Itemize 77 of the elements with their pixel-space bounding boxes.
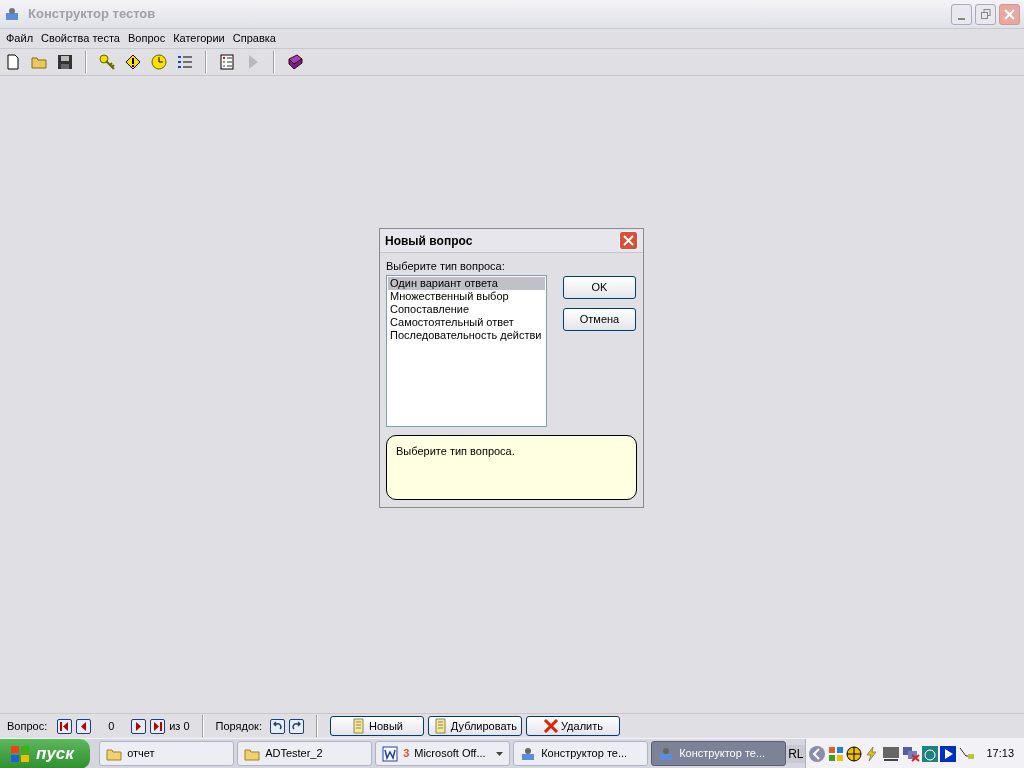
computer-icon[interactable] xyxy=(882,745,901,762)
word-document-icon xyxy=(382,745,399,762)
last-button[interactable] xyxy=(150,718,166,734)
minimize-icon xyxy=(958,17,965,20)
clock: 17:13 xyxy=(986,746,1014,762)
question-total: из 0 xyxy=(169,718,190,734)
language-indicator[interactable]: RL xyxy=(786,744,806,763)
taskbar-button[interactable]: 3 Microsoft Off... xyxy=(375,741,511,766)
undo-icon xyxy=(271,720,283,732)
folder-icon xyxy=(31,54,47,70)
menu-item[interactable]: Справка xyxy=(228,30,280,47)
ok-button[interactable]: OK xyxy=(563,276,636,299)
new-document-icon xyxy=(5,54,21,70)
restore-icon xyxy=(980,9,991,19)
menu-item[interactable]: Категории xyxy=(169,30,229,47)
question-label: Вопрос: xyxy=(7,718,48,734)
task-label: отчет xyxy=(127,746,155,762)
new-button[interactable]: Новый xyxy=(329,716,424,736)
chevron-left-icon[interactable] xyxy=(808,744,827,763)
last-icon xyxy=(152,720,164,732)
undo-button[interactable] xyxy=(269,718,285,734)
clock-button[interactable] xyxy=(148,51,170,73)
taskbar-button[interactable]: отчет xyxy=(99,741,235,766)
duplicate-button[interactable]: Дублировать xyxy=(427,716,522,736)
window-title: Конструктор тестов xyxy=(28,5,156,24)
list-item[interactable]: Сопоставление xyxy=(388,303,545,316)
checklist-icon xyxy=(219,54,235,70)
previous-button[interactable] xyxy=(76,718,92,734)
globe-icon[interactable] xyxy=(846,745,863,762)
redo-icon xyxy=(290,720,302,732)
app-icon xyxy=(4,6,20,22)
close-icon xyxy=(623,235,634,246)
task-label: ADTester_2 xyxy=(265,746,323,762)
task-label: Microsoft Off... xyxy=(414,746,486,762)
warning-icon xyxy=(125,54,141,70)
minimize-button[interactable] xyxy=(951,3,972,25)
windows-logo-icon xyxy=(10,744,30,763)
list-item[interactable]: Последовательность действи xyxy=(388,329,545,342)
restore-button[interactable] xyxy=(975,3,996,25)
window-count: 3 xyxy=(403,746,410,762)
play-icon[interactable] xyxy=(940,745,957,762)
list-icon xyxy=(177,54,193,70)
menu-item[interactable]: Файл xyxy=(2,30,38,47)
hint-text: Выберите тип вопроса. xyxy=(396,445,515,457)
task-label: Конструктор те... xyxy=(541,746,628,762)
caret-icon xyxy=(496,751,504,756)
first-button[interactable] xyxy=(57,718,73,734)
network-disconnected-icon[interactable] xyxy=(902,745,921,762)
delete-icon xyxy=(542,718,559,734)
app-icon xyxy=(658,745,675,762)
cancel-button[interactable]: Отмена xyxy=(563,308,636,331)
taskbar-button[interactable]: ADTester_2 xyxy=(237,741,373,766)
list-item[interactable]: Множественный выбор xyxy=(388,290,545,303)
menu-item[interactable]: Свойства теста xyxy=(37,30,124,47)
order-label: Порядок: xyxy=(215,718,262,734)
task-label: Конструктор те... xyxy=(679,746,766,762)
key-icon xyxy=(99,54,115,70)
save-icon xyxy=(57,54,73,70)
app-icon xyxy=(520,745,537,762)
redo-button[interactable] xyxy=(288,718,304,734)
close-icon xyxy=(1004,8,1015,20)
prompt-label: Выберите тип вопроса: xyxy=(386,260,506,273)
list-item[interactable]: Один вариант ответа xyxy=(388,277,545,290)
question-number: 0 xyxy=(107,718,116,734)
question-type-list[interactable]: Один вариант ответа Множественный выбор Сопоставление Самостоятельный ответ Последовательность действи xyxy=(386,275,547,427)
clock-icon xyxy=(151,54,167,70)
first-icon xyxy=(59,720,71,732)
menu-item[interactable]: Вопрос xyxy=(124,30,170,47)
next-button[interactable] xyxy=(131,718,147,734)
note-icon xyxy=(351,718,367,734)
grid-icon[interactable] xyxy=(828,745,845,762)
note-icon xyxy=(432,718,449,734)
taskbar-button[interactable]: Конструктор те... xyxy=(513,741,649,766)
list-item[interactable]: Самостоятельный ответ xyxy=(388,316,545,329)
taskbar-button[interactable]: Конструктор те... xyxy=(651,741,787,766)
delete-button[interactable]: Удалить xyxy=(525,716,620,736)
dialog-title: Новый вопрос xyxy=(385,232,473,250)
